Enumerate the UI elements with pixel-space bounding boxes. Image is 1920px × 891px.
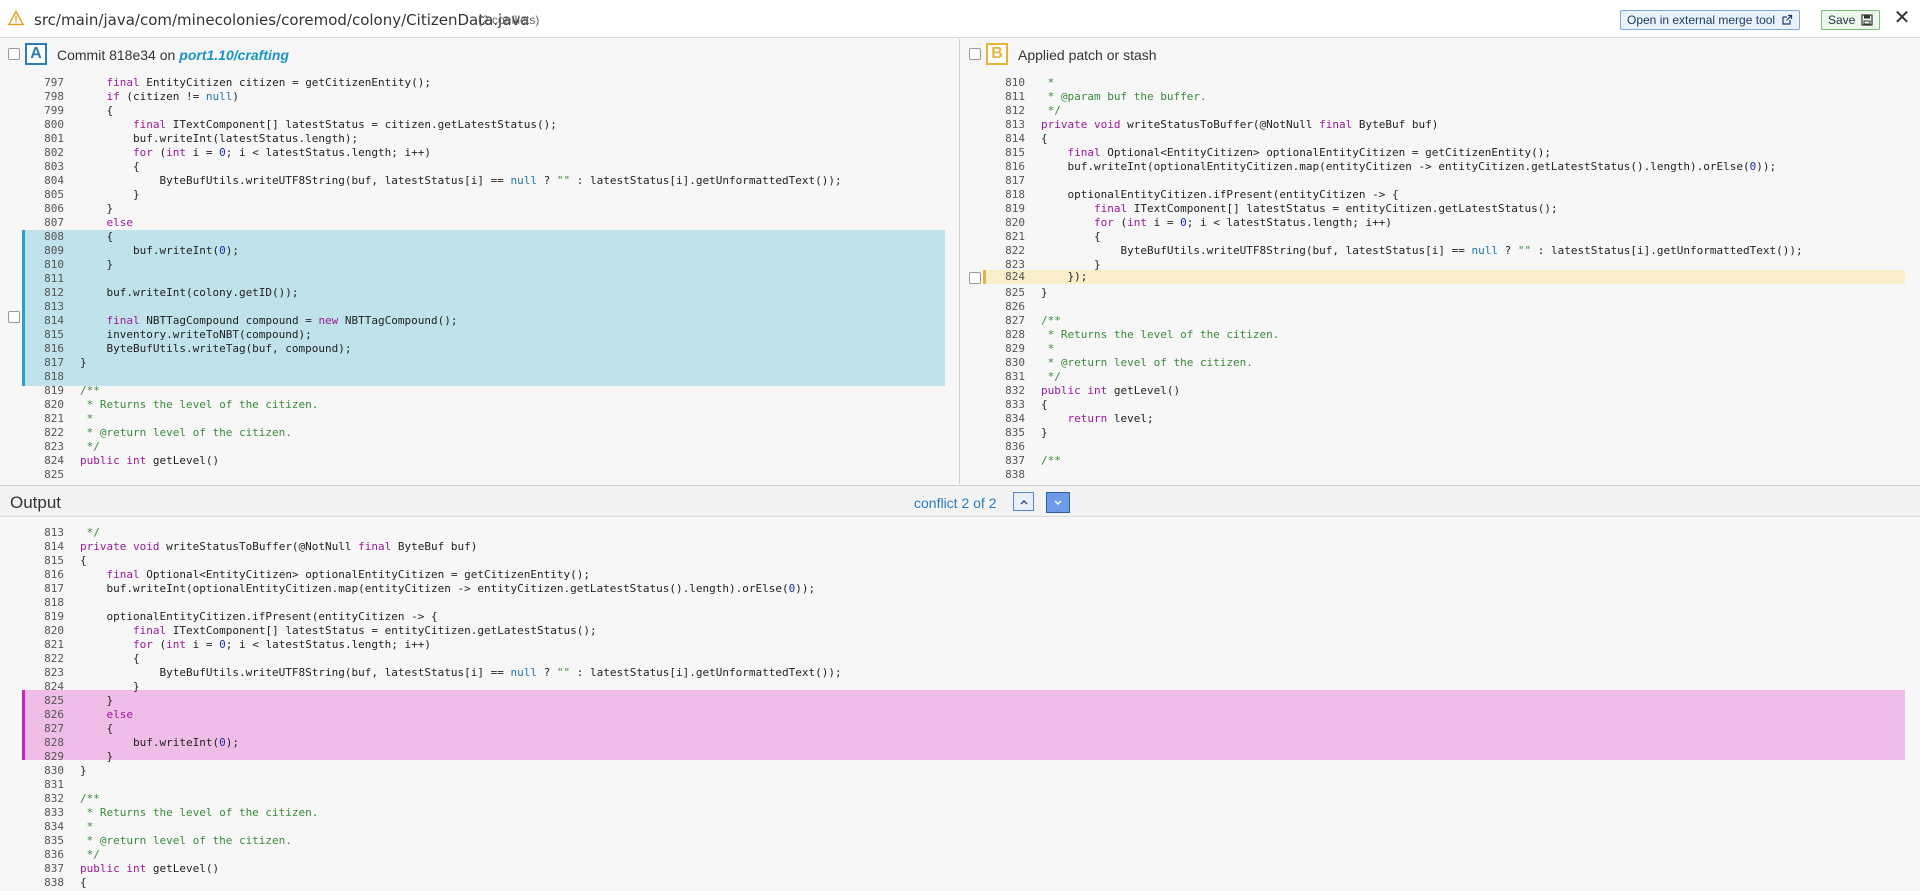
- warning-icon: [8, 10, 24, 26]
- pane-ours-header: A Commit 818e34 on port1.10/crafting: [0, 39, 959, 69]
- select-all-ours-checkbox[interactable]: [8, 48, 20, 60]
- select-all-theirs-checkbox[interactable]: [969, 48, 981, 60]
- pane-a-title: Commit 818e34 on port1.10/crafting: [57, 47, 289, 63]
- pane-theirs: B Applied patch or stash 810 * 811 * @pa…: [961, 39, 1920, 484]
- pane-b-badge: B: [986, 43, 1008, 65]
- floppy-icon: [1861, 14, 1873, 26]
- output-header: Output conflict 2 of 2: [0, 485, 1920, 517]
- pane-a-badge: A: [25, 43, 47, 65]
- code-view-ours[interactable]: 797 final EntityCitizen citizen = getCit…: [0, 70, 959, 484]
- open-external-merge-tool-button[interactable]: Open in external merge tool: [1620, 10, 1801, 30]
- conflict-navigation-label: conflict 2 of 2: [914, 495, 997, 511]
- pane-theirs-header: B Applied patch or stash: [961, 39, 1920, 69]
- pane-b-title: Applied patch or stash: [1018, 47, 1157, 63]
- conflict-count: (2 conflicts): [478, 13, 540, 27]
- chevron-up-icon: [1020, 499, 1027, 504]
- branch-name: port1.10/crafting: [179, 47, 289, 63]
- output-code-view[interactable]: 813 */ 814 private void writeStatusToBuff…: [0, 518, 1920, 891]
- file-path: src/main/java/com/minecolonies/coremod/c…: [34, 11, 530, 29]
- chevron-down-icon: [1054, 500, 1062, 505]
- output-title: Output: [10, 493, 62, 512]
- pane-ours: A Commit 818e34 on port1.10/crafting 797 …: [0, 39, 960, 484]
- conflict-line-theirs: 824 });: [1005, 270, 1088, 283]
- external-link-icon: [1782, 14, 1793, 25]
- merge-toolbar: src/main/java/com/minecolonies/coremod/c…: [0, 0, 1920, 38]
- close-icon[interactable]: ✕: [1892, 7, 1912, 29]
- previous-conflict-button[interactable]: [1013, 492, 1034, 511]
- external-tool-label: Open in external merge tool: [1627, 13, 1776, 27]
- accept-hunk-ours-checkbox[interactable]: [8, 311, 20, 323]
- save-label: Save: [1828, 13, 1856, 27]
- next-conflict-button[interactable]: [1046, 492, 1070, 513]
- save-button[interactable]: Save: [1821, 10, 1881, 30]
